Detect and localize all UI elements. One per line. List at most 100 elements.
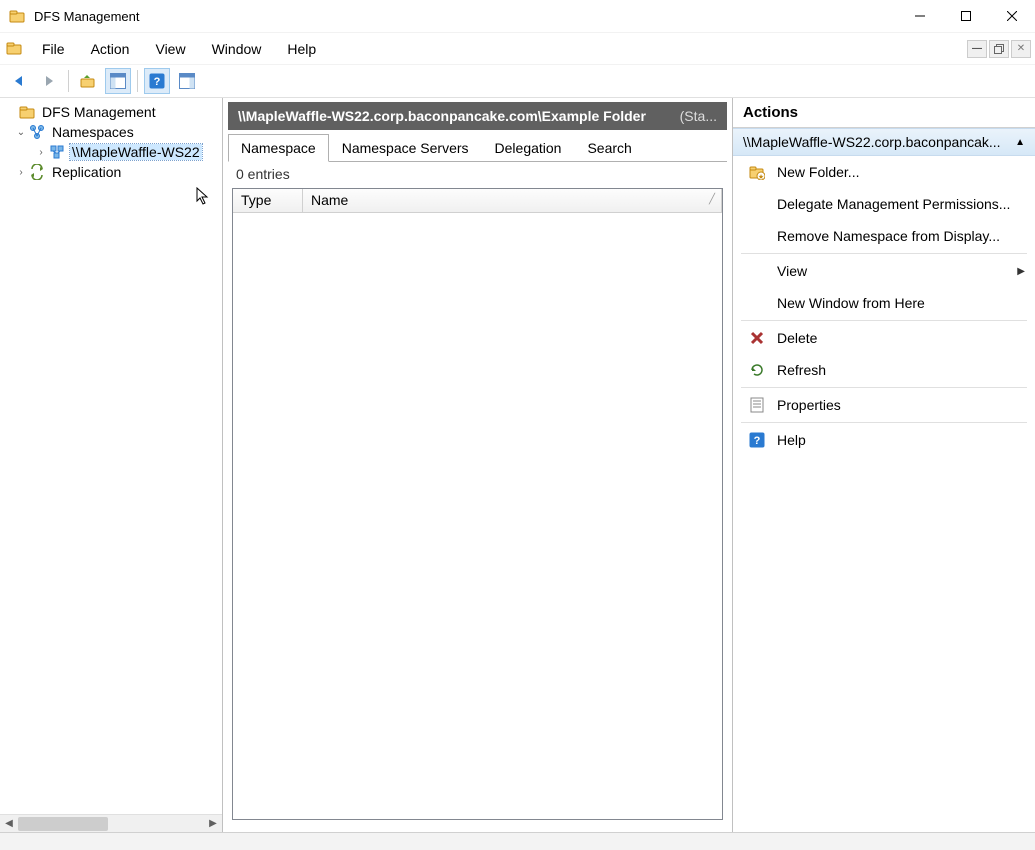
action-label: New Folder... [777, 164, 859, 180]
horizontal-scrollbar[interactable]: ◀ ▶ [0, 814, 222, 832]
column-type[interactable]: Type [233, 189, 303, 212]
action-separator [741, 422, 1027, 423]
actions-group-header[interactable]: \\MapleWaffle-WS22.corp.baconpancak... ▲ [733, 128, 1035, 156]
expander-icon[interactable]: › [34, 147, 48, 158]
menu-bar: File Action View Window Help — ✕ [0, 32, 1035, 64]
show-tree-button[interactable] [105, 68, 131, 94]
expander-icon[interactable]: › [14, 167, 28, 178]
tree-node-server[interactable]: › \\MapleWaffle-WS22 [0, 142, 222, 162]
svg-text:★: ★ [758, 173, 764, 180]
action-separator [741, 320, 1027, 321]
action-new-window[interactable]: New Window from Here [733, 287, 1035, 319]
column-name-label: Name [311, 192, 348, 208]
collapse-icon[interactable]: ▲ [1015, 137, 1025, 148]
action-label: View [777, 263, 807, 279]
action-label: Help [777, 432, 806, 448]
new-folder-icon: ★ [747, 162, 767, 182]
action-separator [741, 253, 1027, 254]
actions-title: Actions [733, 98, 1035, 128]
tab-delegation[interactable]: Delegation [482, 134, 575, 162]
server-icon [48, 143, 66, 161]
column-name[interactable]: Name ╱ [303, 189, 722, 212]
up-button[interactable] [75, 68, 101, 94]
toolbar-separator [68, 70, 69, 92]
action-separator [741, 387, 1027, 388]
content-status: (Sta... [680, 108, 717, 124]
expander-icon[interactable]: ⌄ [14, 127, 28, 138]
toolbar-separator-2 [137, 70, 138, 92]
content-header: \\MapleWaffle-WS22.corp.baconpancake.com… [228, 102, 727, 130]
tree-node-namespaces[interactable]: ⌄ Namespaces [0, 122, 222, 142]
delete-icon [747, 328, 767, 348]
mdi-close-button[interactable]: ✕ [1011, 40, 1031, 58]
mdi-restore-button[interactable] [989, 40, 1009, 58]
window-controls [897, 0, 1035, 32]
maximize-button[interactable] [943, 0, 989, 32]
tree-node-label: Replication [50, 164, 123, 180]
action-properties[interactable]: Properties [733, 389, 1035, 421]
column-resize-icon[interactable]: ╱ [709, 194, 715, 205]
action-label: New Window from Here [777, 295, 925, 311]
tree-pane: DFS Management ⌄ Namespaces › \\MapleWaf… [0, 98, 223, 832]
mdi-controls: — ✕ [967, 40, 1035, 58]
mdi-minimize-button[interactable]: — [967, 40, 987, 58]
minimize-button[interactable] [897, 0, 943, 32]
help-icon: ? [747, 430, 767, 450]
menu-action[interactable]: Action [79, 37, 142, 61]
action-help[interactable]: ? Help [733, 424, 1035, 456]
entry-count: 0 entries [228, 162, 727, 186]
tree-root-dfs[interactable]: DFS Management [0, 102, 222, 122]
menu-view[interactable]: View [143, 37, 197, 61]
menu-window[interactable]: Window [200, 37, 274, 61]
action-view[interactable]: View [733, 255, 1035, 287]
list-view[interactable]: Type Name ╱ [232, 188, 723, 820]
action-refresh[interactable]: Refresh [733, 354, 1035, 386]
title-bar: DFS Management [0, 0, 1035, 32]
list-header: Type Name ╱ [233, 189, 722, 213]
action-remove-namespace[interactable]: Remove Namespace from Display... [733, 220, 1035, 252]
action-label: Properties [777, 397, 841, 413]
tab-namespace[interactable]: Namespace [228, 134, 329, 162]
tree-node-label: Namespaces [50, 124, 136, 140]
actions-group-label: \\MapleWaffle-WS22.corp.baconpancak... [743, 134, 1001, 150]
action-label: Remove Namespace from Display... [777, 228, 1000, 244]
content-path: \\MapleWaffle-WS22.corp.baconpancake.com… [238, 108, 646, 124]
tab-strip: Namespace Namespace Servers Delegation S… [228, 134, 727, 162]
actions-pane: Actions \\MapleWaffle-WS22.corp.baconpan… [733, 98, 1035, 832]
forward-button[interactable] [36, 68, 62, 94]
close-button[interactable] [989, 0, 1035, 32]
tab-namespace-servers[interactable]: Namespace Servers [329, 134, 482, 162]
status-bar [0, 832, 1035, 850]
menu-file[interactable]: File [30, 37, 77, 61]
replication-icon [28, 163, 46, 181]
namespace-icon [28, 123, 46, 141]
properties-icon [747, 395, 767, 415]
toolbar: ? [0, 64, 1035, 98]
action-delete[interactable]: Delete [733, 322, 1035, 354]
scroll-thumb[interactable] [18, 817, 108, 831]
tab-search[interactable]: Search [574, 134, 644, 162]
tree-node-label: DFS Management [40, 104, 158, 120]
content-pane: \\MapleWaffle-WS22.corp.baconpancake.com… [223, 98, 733, 832]
document-icon [6, 40, 24, 58]
tree-node-replication[interactable]: › Replication [0, 162, 222, 182]
folder-icon [18, 103, 36, 121]
show-action-pane-button[interactable] [174, 68, 200, 94]
menu-help[interactable]: Help [275, 37, 328, 61]
action-label: Delete [777, 330, 817, 346]
action-label: Refresh [777, 362, 826, 378]
app-icon [8, 7, 26, 25]
window-title: DFS Management [34, 9, 140, 24]
svg-text:?: ? [754, 435, 761, 447]
scroll-left-button[interactable]: ◀ [0, 815, 18, 833]
help-button[interactable]: ? [144, 68, 170, 94]
action-label: Delegate Management Permissions... [777, 196, 1010, 212]
back-button[interactable] [6, 68, 32, 94]
menu-items-container: File Action View Window Help [30, 37, 328, 61]
action-delegate-permissions[interactable]: Delegate Management Permissions... [733, 188, 1035, 220]
scroll-right-button[interactable]: ▶ [204, 815, 222, 833]
action-new-folder[interactable]: ★ New Folder... [733, 156, 1035, 188]
tree-node-label: \\MapleWaffle-WS22 [70, 144, 202, 160]
refresh-icon [747, 360, 767, 380]
svg-text:?: ? [154, 76, 161, 88]
